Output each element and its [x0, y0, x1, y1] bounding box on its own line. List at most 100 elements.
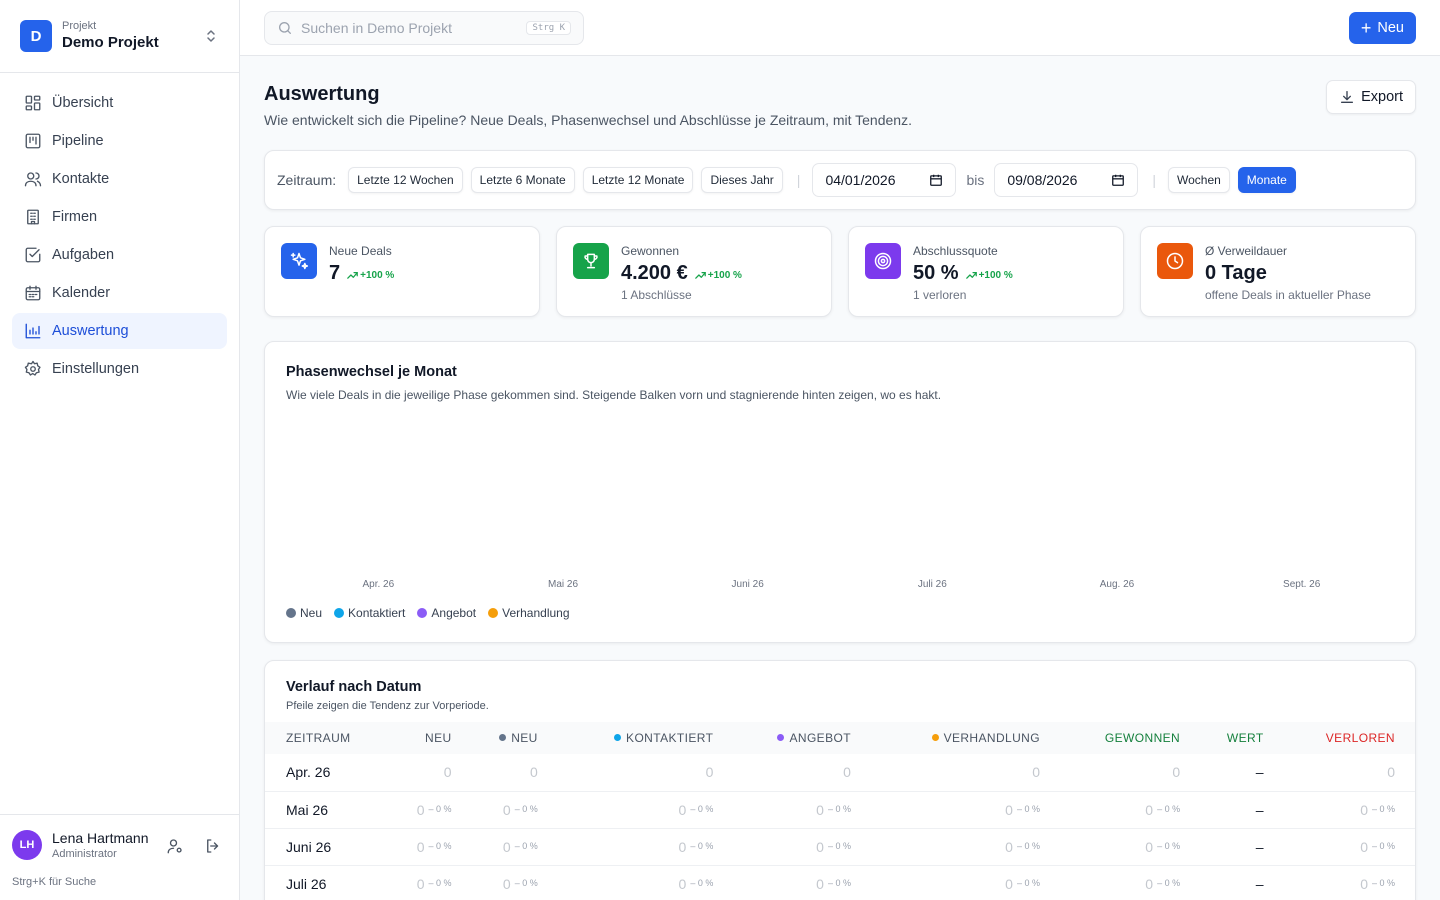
range-preset-button[interactable]: Letzte 12 Wochen: [348, 167, 463, 193]
date-to-input[interactable]: 09/08/2026: [994, 163, 1139, 197]
granularity-toggle-monate[interactable]: Monate: [1237, 167, 1296, 193]
project-switcher[interactable]: D Projekt Demo Projekt: [0, 0, 239, 73]
logout-icon[interactable]: [203, 836, 223, 856]
granularity-toggle-wochen[interactable]: Wochen: [1167, 167, 1230, 193]
value-cell: 0– 0 %: [870, 791, 1060, 829]
search-box[interactable]: Strg K: [264, 11, 584, 45]
export-button[interactable]: Export: [1326, 80, 1416, 114]
value-cell: 0: [1059, 754, 1201, 792]
sidebar-item-firmen[interactable]: Firmen: [12, 199, 227, 235]
kanban-icon: [24, 132, 42, 150]
kpi-value: 7: [329, 262, 341, 284]
chevron-up-down-icon[interactable]: [203, 26, 219, 46]
target-icon: [865, 243, 901, 279]
value-cell: 0– 0 %: [390, 865, 472, 900]
bar-chart-icon: [24, 322, 42, 340]
kpi-value: 4.200 €: [621, 262, 688, 284]
trend-delta: – 0 %: [1371, 877, 1395, 888]
sidebar-item-auswertung[interactable]: Auswertung: [12, 313, 227, 349]
trend-delta: – 0 %: [514, 877, 538, 888]
trend-delta: – 0 %: [1016, 840, 1040, 851]
divider: |: [1152, 172, 1156, 188]
sidebar-item-übersicht[interactable]: Übersicht: [12, 85, 227, 121]
sidebar-item-label: Auswertung: [52, 323, 129, 339]
x-tick-label: Juli 26: [918, 579, 947, 590]
sidebar-item-label: Firmen: [52, 209, 98, 225]
sidebar-item-aufgaben[interactable]: Aufgaben: [12, 237, 227, 273]
new-button-label: Neu: [1377, 20, 1404, 36]
trend-delta: – 0 %: [690, 840, 714, 851]
sidebar: D Projekt Demo Projekt Übersicht Pipeline…: [0, 0, 240, 900]
kpi-card: Abschlussquote 50 % +100 % 1 verloren: [848, 226, 1124, 317]
value-cell: 0– 0 %: [471, 791, 558, 829]
project-kicker: Projekt: [62, 20, 97, 32]
kpi-subtext: 1 Abschlüsse: [621, 288, 692, 302]
user-name: Lena Hartmann: [52, 830, 149, 846]
project-avatar: D: [20, 20, 52, 52]
value-cell: 0– 0 %: [1283, 791, 1415, 829]
column-header: ANGEBOT: [733, 722, 871, 754]
search-input[interactable]: [301, 20, 527, 36]
value-cell: 0: [471, 754, 558, 792]
column-header: NEU: [390, 722, 472, 754]
legend-item: Neu: [286, 606, 322, 620]
trend-delta: – 0 %: [1157, 840, 1181, 851]
value-cell: 0: [733, 754, 871, 792]
value-cell: 0– 0 %: [557, 865, 734, 900]
trend-up-icon: [347, 272, 358, 279]
x-tick-label: Apr. 26: [362, 579, 394, 590]
trend-delta: – 0 %: [514, 803, 538, 814]
kpi-label: Neue Deals: [329, 244, 392, 258]
legend-dot: [286, 608, 296, 618]
clock-icon: [1157, 243, 1193, 279]
new-button[interactable]: + Neu: [1348, 12, 1416, 44]
table-row[interactable]: Apr. 26 0 0 0 0 0 0–0: [265, 754, 1415, 792]
table-subtitle: Pfeile zeigen die Tendenz zur Vorperiode…: [286, 700, 489, 712]
trend-delta: – 0 %: [827, 803, 851, 814]
trend-delta: – 0 %: [1157, 803, 1181, 814]
trophy-icon: [573, 243, 609, 279]
profile-icon[interactable]: [165, 836, 185, 856]
range-preset-button[interactable]: Letzte 6 Monate: [470, 167, 575, 193]
column-header: VERLOREN: [1283, 722, 1415, 754]
date-from-input[interactable]: 04/01/2026: [812, 163, 957, 197]
sidebar-item-label: Kalender: [52, 285, 111, 301]
phase-chart-card: Phasenwechsel je Monat Wie viele Deals i…: [264, 341, 1416, 643]
legend-dot: [334, 608, 345, 618]
page-title: Auswertung: [264, 83, 380, 105]
value-cell: 0– 0 %: [1059, 865, 1201, 900]
kpi-trend: +100 %: [965, 270, 1013, 281]
range-preset-button[interactable]: Dieses Jahr: [701, 167, 783, 193]
history-table: ZEITRAUM NEU NEU KONTAKTIERT ANGEBOT VERHANDL…: [265, 722, 1415, 900]
value-cell: 0: [557, 754, 734, 792]
legend-label: Verhandlung: [502, 606, 570, 620]
sidebar-item-kontakte[interactable]: Kontakte: [12, 161, 227, 197]
value-cell: 0– 0 %: [471, 828, 558, 866]
date-range-separator: bis: [966, 172, 985, 188]
column-header: ZEITRAUM: [265, 722, 391, 754]
kpi-card: Ø Verweildauer 0 Tage offene Deals in aktu…: [1140, 226, 1416, 317]
trend-delta: – 0 %: [1157, 877, 1181, 888]
sidebar-item-kalender[interactable]: Kalender: [12, 275, 227, 311]
search-shortcut-badge: Strg K: [526, 21, 571, 35]
dashboard-icon: [24, 94, 42, 112]
range-preset-button[interactable]: Letzte 12 Monate: [582, 167, 694, 193]
value-cell: 0– 0 %: [390, 791, 472, 829]
x-tick-label: Mai 26: [548, 579, 578, 590]
value-cell: 0– 0 %: [557, 791, 734, 829]
sidebar-item-einstellungen[interactable]: Einstellungen: [12, 351, 227, 387]
sidebar-item-label: Übersicht: [52, 95, 114, 111]
kpi-value: 0 Tage: [1205, 262, 1267, 284]
legend-item: Verhandlung: [488, 606, 570, 620]
x-tick-label: Juni 26: [732, 579, 765, 590]
table-row[interactable]: Juli 26 0– 0 % 0– 0 % 0– 0 % 0– 0 % 0– 0 % 0– …: [265, 865, 1415, 900]
sidebar-item-pipeline[interactable]: Pipeline: [12, 123, 227, 159]
table-row[interactable]: Juni 26 0– 0 % 0– 0 % 0– 0 % 0– 0 % 0– 0 % 0– …: [265, 828, 1415, 866]
value-cell: 0– 0 %: [1283, 828, 1415, 866]
value-cell: 0– 0 %: [471, 865, 558, 900]
download-icon: [1339, 89, 1355, 105]
value-cell: 0– 0 %: [1059, 791, 1201, 829]
trend-delta: – 0 %: [1016, 877, 1040, 888]
table-row[interactable]: Mai 26 0– 0 % 0– 0 % 0– 0 % 0– 0 % 0– 0 % 0– 0…: [265, 791, 1415, 829]
calendar-icon: [1111, 173, 1125, 187]
